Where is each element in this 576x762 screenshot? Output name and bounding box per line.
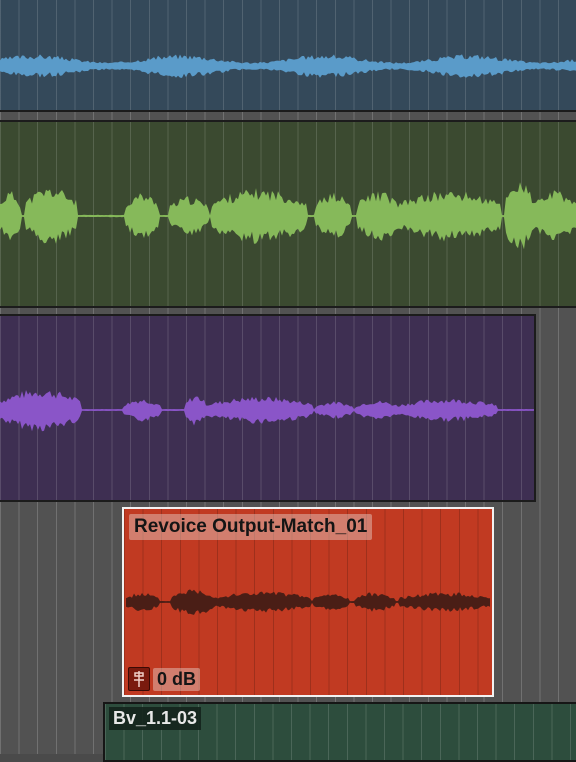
audio-clip-green[interactable] [0,120,576,308]
clip-gain-control[interactable]: 0 dB [128,667,201,691]
audio-clip-purple[interactable] [0,314,536,502]
waveform-shape [0,390,534,432]
waveform-shape [0,182,576,250]
waveform [0,390,534,432]
clip-gain-icon[interactable] [128,667,150,691]
waveform [0,182,576,250]
audio-clip-bv[interactable]: Bv_1.1-03 [103,702,576,762]
clip-gain-value: 0 dB [153,667,201,691]
audio-clip-blue[interactable] [0,0,576,112]
clip-name-label: Bv_1.1-03 [109,707,202,730]
waveform-shape [126,589,490,615]
clip-name-label: Revoice Output-Match_01 [129,514,373,540]
waveform-shape [0,54,576,78]
audio-clip-revoice-output[interactable]: Revoice Output-Match_01 0 dB [122,507,494,697]
waveform [0,54,576,78]
